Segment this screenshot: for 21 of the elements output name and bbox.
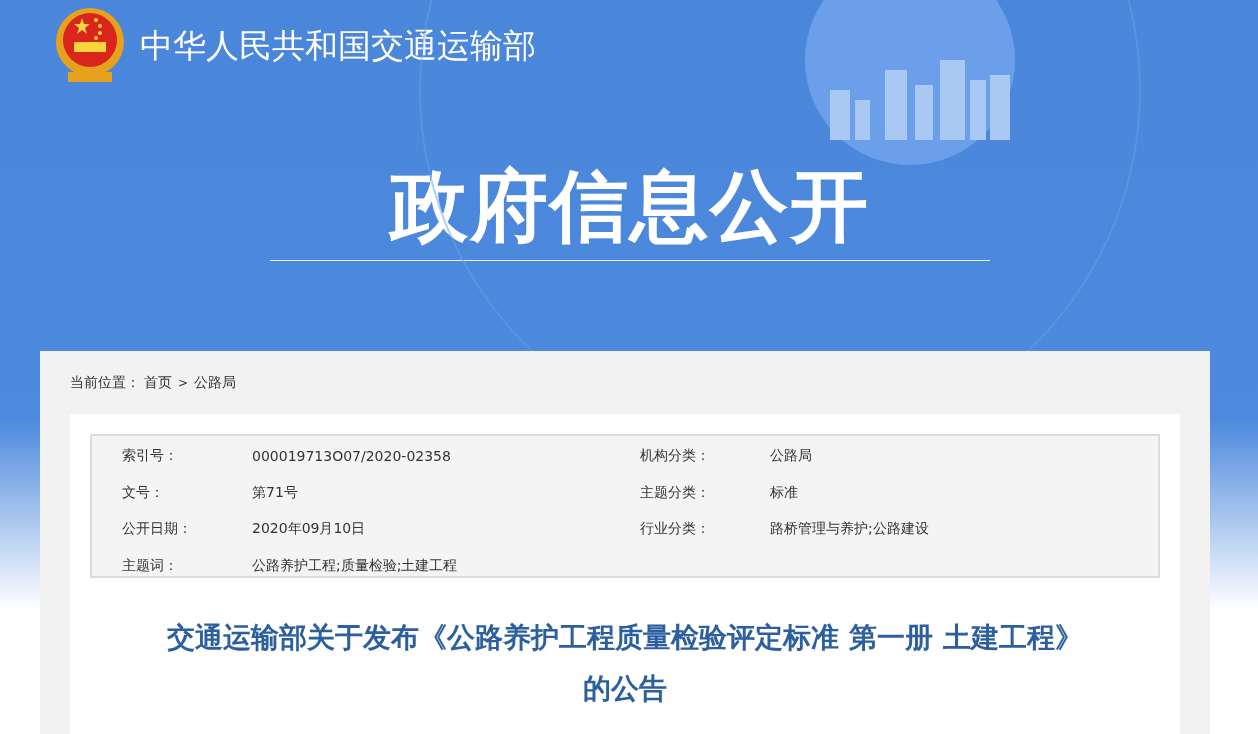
metadata-value: 公路养护工程;质量检验;土建工程 [252, 556, 459, 575]
metadata-value: 第71号 [252, 483, 299, 502]
metadata-label: 主题分类： [640, 483, 711, 502]
article-title: 交通运输部关于发布《公路养护工程质量检验评定标准 第一册 土建工程》 的公告 [166, 620, 1084, 707]
breadcrumb-label: 当前位置： [70, 374, 140, 392]
metadata-value: 000019713O07/2020-02358 [252, 448, 452, 465]
metadata-label: 机构分类： [640, 447, 711, 466]
metadata-value: 路桥管理与养护;公路建设 [770, 520, 930, 539]
metadata-value: 标准 [770, 483, 799, 502]
metadata-label: 公开日期： [122, 520, 193, 539]
metadata-label: 文号： [122, 483, 165, 502]
metadata-value: 2020年09月10日 [252, 520, 367, 539]
breadcrumb-link[interactable]: 公路局 [194, 374, 237, 392]
breadcrumb-separator: > [177, 376, 190, 390]
site-title: 中华人民共和国交通运输部 [140, 24, 536, 67]
metadata-value: 公路局 [770, 447, 813, 466]
banner-heading: 政府信息公开 [389, 160, 870, 253]
metadata-label: 主题词： [122, 556, 179, 575]
metadata-label: 索引号： [122, 447, 179, 466]
metadata-label: 行业分类： [640, 520, 711, 539]
breadcrumb-link[interactable]: 首页 [144, 374, 172, 392]
